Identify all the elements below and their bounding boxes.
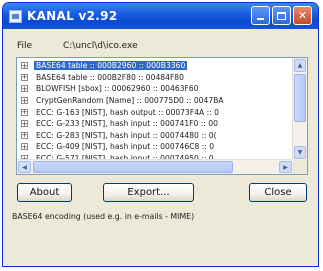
kanal-window: KANAL v2.92 ✕ File C:\uncl\d\ico.exe + BA… (2, 2, 319, 267)
scroll-left-button[interactable]: ◀ (18, 161, 31, 173)
result-row[interactable]: + ECC: G-233 [NIST], hash input :: 000741… (17, 118, 293, 130)
minimize-button[interactable] (251, 6, 270, 25)
close-window-button[interactable]: ✕ (293, 6, 312, 25)
result-row[interactable]: + BASE64 table :: 000B2F80 :: 00484F80 (17, 72, 293, 84)
result-row-label: BASE64 table :: 000B2F80 :: 00484F80 (36, 72, 184, 82)
window-title: KANAL v2.92 (27, 9, 118, 23)
expand-icon[interactable]: + (21, 108, 28, 116)
results-tree[interactable]: + BASE64 table :: 000B2960 :: 000B3360 + BA… (16, 57, 308, 175)
result-row-label: ECC: G-409 [NIST], hash input :: 000746C… (36, 142, 215, 152)
expand-icon[interactable]: + (21, 85, 28, 93)
expand-icon[interactable]: + (21, 131, 28, 139)
result-row-label: ECC: G-283 [NIST], hash input :: 0007448… (36, 130, 217, 140)
vertical-scroll-thumb[interactable] (294, 74, 306, 122)
result-row-label: ECC: G-163 [NIST], hash output :: 00073F… (36, 107, 220, 117)
export-button[interactable]: Export... (103, 183, 194, 202)
result-row-label: BASE64 table :: 000B2960 :: 000B3360 (34, 61, 188, 71)
expand-icon[interactable]: + (21, 143, 28, 151)
horizontal-scroll-thumb[interactable] (33, 161, 233, 173)
result-row[interactable]: + ECC: G-163 [NIST], hash output :: 00073… (17, 106, 293, 118)
horizontal-scrollbar[interactable]: ◀ ▶ (17, 159, 293, 174)
scroll-up-button[interactable]: ▲ (294, 59, 306, 72)
title-bar[interactable]: KANAL v2.92 ✕ (3, 3, 318, 29)
expand-icon[interactable]: + (21, 73, 28, 81)
result-row[interactable]: + ECC: G-283 [NIST], hash input :: 000744… (17, 130, 293, 142)
result-row[interactable]: + BASE64 table :: 000B2960 :: 000B3360 (17, 60, 293, 72)
file-label: File (17, 41, 33, 51)
file-row: File C:\uncl\d\ico.exe (17, 41, 138, 51)
status-description: BASE64 encoding (used e.g. in e-mails - … (12, 212, 195, 221)
app-icon (9, 9, 22, 23)
close-icon: ✕ (297, 9, 308, 22)
expand-icon[interactable]: + (21, 97, 28, 105)
expand-icon[interactable]: + (21, 120, 28, 128)
result-row-label: CryptGenRandom [Name] :: 000775D0 :: 004… (36, 96, 224, 106)
result-row-label: BLOWFISH [sbox] :: 00062960 :: 00463F60 (36, 84, 199, 94)
scroll-down-button[interactable]: ▼ (294, 146, 306, 159)
expand-icon[interactable]: + (21, 62, 28, 70)
maximize-icon (277, 11, 286, 20)
minimize-icon (257, 18, 264, 20)
result-row[interactable]: + CryptGenRandom [Name] :: 000775D0 :: 00… (17, 95, 293, 107)
close-button[interactable]: Close (249, 183, 307, 202)
result-row-label: ECC: G-233 [NIST], hash input :: 000741F… (36, 119, 218, 129)
file-path: C:\uncl\d\ico.exe (63, 41, 138, 51)
scroll-right-button[interactable]: ▶ (279, 161, 292, 173)
result-row[interactable]: + ECC: G-409 [NIST], hash input :: 000746… (17, 141, 293, 153)
scroll-corner (293, 160, 307, 174)
results-list: + BASE64 table :: 000B2960 :: 000B3360 + BA… (17, 60, 293, 164)
maximize-button[interactable] (272, 6, 291, 25)
vertical-scrollbar[interactable]: ▲ ▼ (292, 58, 307, 160)
result-row[interactable]: + BLOWFISH [sbox] :: 00062960 :: 00463F60 (17, 83, 293, 95)
about-button[interactable]: About (17, 183, 72, 202)
